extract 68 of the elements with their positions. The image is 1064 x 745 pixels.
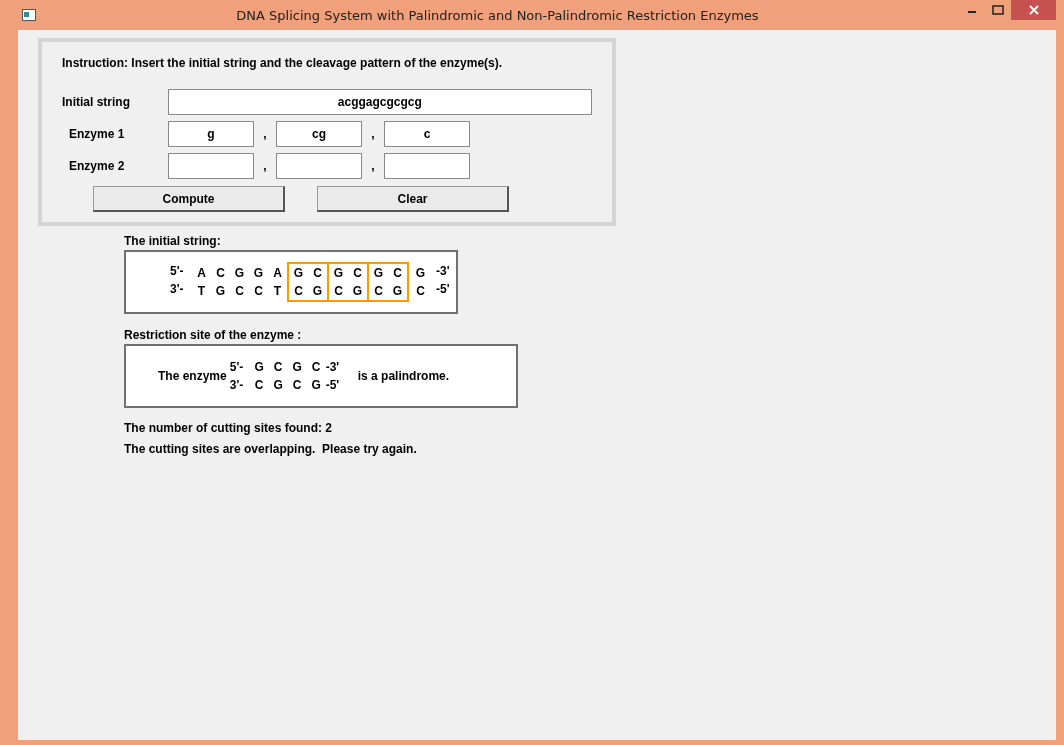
enzyme-field[interactable] [168,153,254,179]
base-letter: C [292,377,302,394]
base-letter: C [393,265,402,282]
base-letter: -3' [325,359,341,376]
enzyme-field[interactable]: g [168,121,254,147]
app-icon [22,9,36,21]
close-icon [1028,5,1039,15]
base-letter: G [373,265,384,282]
result-text: The number of cutting sites found: 2 [124,420,333,437]
separator-comma: , [262,127,268,141]
base-letter: G [253,265,264,282]
base-letter: C [416,283,425,300]
base-letter: C [254,377,264,394]
base-letter: A [197,265,206,282]
base-letter: C [374,283,383,300]
section-heading: Restriction site of the enzyme : [124,328,303,344]
base-letter: G [254,359,264,376]
result-text: The cutting sites are overlapping. Please try again. [124,441,418,458]
base-letter: C [216,265,225,282]
base-letter: 3'- [229,377,245,394]
initial-string-field[interactable]: acggagcgcgcg [167,89,592,115]
separator-comma: , [370,159,376,173]
base-letter: C [294,283,303,300]
base-letter: C [273,359,283,376]
base-letter: 3'- [170,281,185,298]
field-label: Enzyme 2 [68,159,126,173]
base-letter: C [235,283,244,300]
separator-comma: , [370,127,376,141]
base-letter: -5' [325,377,341,394]
base-letter: C [334,283,343,300]
base-letter: G [293,265,304,282]
base-letter: G [352,283,363,300]
compute-button[interactable]: Compute [93,186,285,212]
maximize-icon [992,5,1004,15]
base-letter: -3' [436,263,451,280]
base-letter: G [311,377,321,394]
base-letter: C [353,265,362,282]
base-letter: A [273,265,282,282]
clear-button[interactable]: Clear [317,186,509,212]
enzyme-field[interactable]: c [384,121,470,147]
base-letter: G [415,265,426,282]
base-letter: 5'- [229,359,245,376]
base-letter: G [215,283,226,300]
window-title: DNA Splicing System with Palindromic and Non-Palindromic Restriction Enzymes [235,7,760,23]
base-letter: G [392,283,403,300]
field-label: Enzyme 1 [68,127,126,141]
base-letter: C [254,283,263,300]
base-letter: T [197,283,206,300]
base-letter: C [311,359,321,376]
palindrome-text: is a palindrome. [357,369,450,383]
enzyme-field[interactable]: cg [276,121,362,147]
base-letter: C [313,265,322,282]
enzyme-field[interactable] [384,153,470,179]
separator-comma: , [262,159,268,173]
enzyme-lead-text: The enzyme [158,369,227,383]
field-label: Initial string [62,95,131,109]
base-letter: T [273,283,282,300]
enzyme-field[interactable] [276,153,362,179]
section-heading: The initial string: [124,234,222,250]
base-letter: G [234,265,245,282]
close-button[interactable] [1011,0,1056,20]
base-letter: 5'- [170,263,185,280]
base-letter: -5' [436,281,451,298]
instruction-text: Instruction: Insert the initial string and the cleavage pattern of the enzyme(s). [62,56,504,70]
base-letter: G [292,359,302,376]
base-letter: G [312,283,323,300]
base-letter: G [273,377,283,394]
base-letter: G [333,265,344,282]
